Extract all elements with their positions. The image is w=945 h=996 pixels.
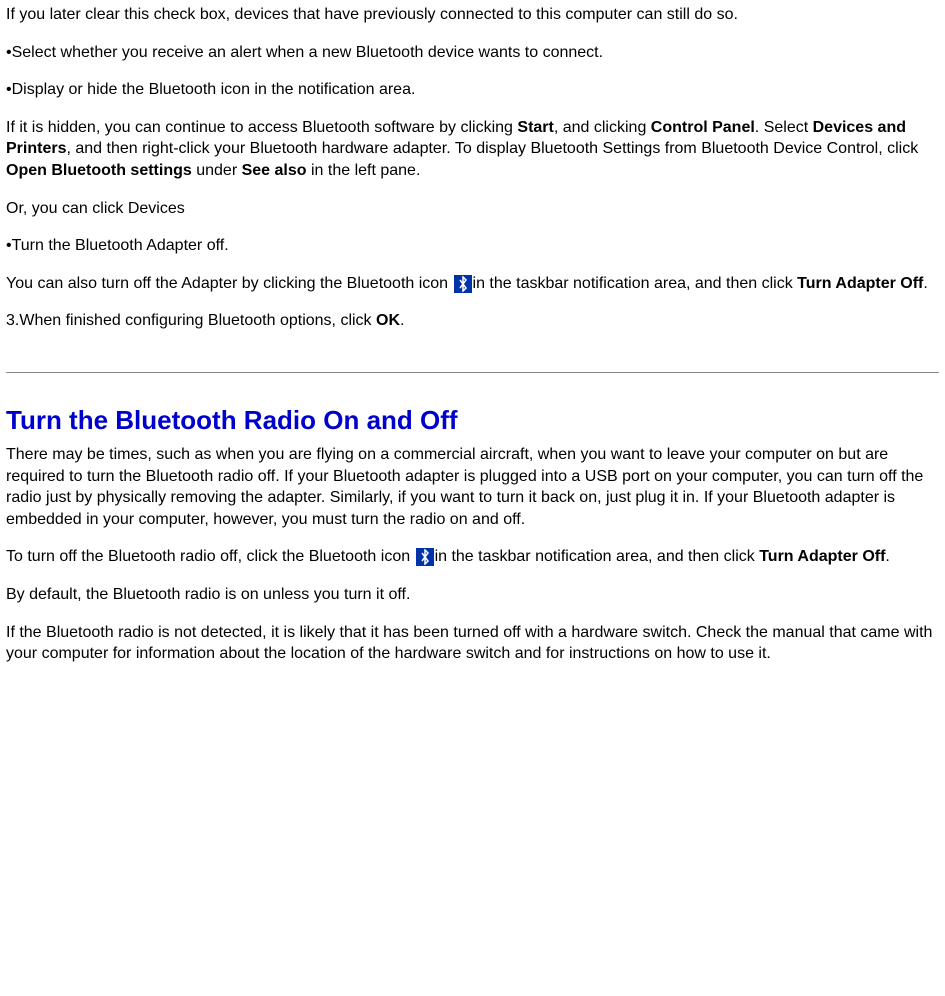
bold-text: See also	[242, 162, 307, 179]
text: If it is hidden, you can continue to acc…	[6, 119, 517, 136]
paragraph: •Display or hide the Bluetooth icon in t…	[6, 79, 939, 101]
bold-text: Start	[517, 119, 553, 136]
text: . Select	[755, 119, 813, 136]
text: 3.When finished configuring Bluetooth op…	[6, 312, 376, 329]
text: in the taskbar notification area, and th…	[473, 275, 798, 292]
bold-text: OK	[376, 312, 400, 329]
paragraph: You can also turn off the Adapter by cli…	[6, 273, 939, 295]
divider	[6, 372, 939, 373]
paragraph: •Turn the Bluetooth Adapter off.	[6, 235, 939, 257]
bluetooth-icon	[416, 548, 434, 566]
text: You can also turn off the Adapter by cli…	[6, 275, 453, 292]
text: , and clicking	[554, 119, 651, 136]
bold-text: Turn Adapter Off	[759, 548, 885, 565]
paragraph: Or, you can click Devices	[6, 198, 939, 220]
text: .	[400, 312, 404, 329]
paragraph: There may be times, such as when you are…	[6, 444, 939, 530]
paragraph: If the Bluetooth radio is not detected, …	[6, 622, 939, 665]
paragraph: By default, the Bluetooth radio is on un…	[6, 584, 939, 606]
text: in the left pane.	[307, 162, 421, 179]
bold-text: Turn Adapter Off	[797, 275, 923, 292]
bold-text: Control Panel	[651, 119, 755, 136]
paragraph: •Select whether you receive an alert whe…	[6, 42, 939, 64]
text: .	[885, 548, 889, 565]
section-heading: Turn the Bluetooth Radio On and Off	[6, 403, 939, 438]
paragraph: If it is hidden, you can continue to acc…	[6, 117, 939, 182]
text: .	[923, 275, 927, 292]
bold-text: Open Bluetooth settings	[6, 162, 192, 179]
text: , and then right-click your Bluetooth ha…	[66, 140, 918, 157]
text: To turn off the Bluetooth radio off, cli…	[6, 548, 415, 565]
paragraph: To turn off the Bluetooth radio off, cli…	[6, 546, 939, 568]
bluetooth-icon	[454, 275, 472, 293]
text: under	[192, 162, 242, 179]
paragraph: 3.When finished configuring Bluetooth op…	[6, 310, 939, 332]
paragraph: If you later clear this check box, devic…	[6, 4, 939, 26]
text: in the taskbar notification area, and th…	[435, 548, 760, 565]
